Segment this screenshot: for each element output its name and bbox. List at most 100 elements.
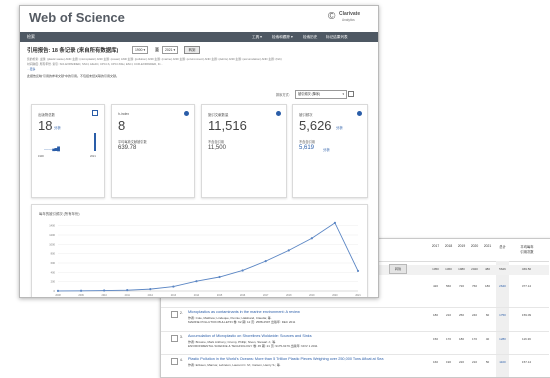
citation-cell: 760 (471, 284, 477, 288)
citation-cell: 377.14 (521, 284, 532, 288)
total-cell: 2020 (471, 267, 478, 271)
card-sub-label: 平均每篇文献被引数 (118, 140, 147, 144)
record-title-link[interactable]: Accumulation of Microplastic on Shorelin… (188, 334, 312, 338)
data-point[interactable] (218, 275, 221, 279)
row-divider (161, 331, 549, 332)
info-icon[interactable] (357, 111, 362, 116)
record-source: ENVIRONMENTAL SCIENCE & TECHNOLOGY 卷: 45… (188, 344, 318, 348)
year-header[interactable]: 2021 (481, 244, 494, 248)
y-tick-label: 200 (51, 280, 56, 284)
y-tick-label: 1200 (49, 233, 55, 237)
nav-tools[interactable]: 工具 ▾ (252, 35, 262, 40)
x-tick-label: 2014 (194, 294, 200, 297)
record-number: 4. (180, 358, 183, 362)
data-point[interactable] (195, 280, 198, 283)
year-from-select[interactable]: 1900 ▾ (132, 46, 149, 54)
citation-cell[interactable]: 1280 (496, 337, 509, 341)
record-title-link[interactable]: Microplastics as contaminants in the mar… (188, 310, 300, 314)
total-cell: 469.50 (521, 267, 532, 271)
citation-cell[interactable]: 1100 (496, 360, 509, 364)
sort-select[interactable]: 被引频次 (降序) ▾ (295, 90, 347, 99)
record-number: 2. (180, 311, 183, 315)
select-checkbox[interactable] (171, 335, 178, 342)
export-icon[interactable] (348, 91, 354, 97)
year-header[interactable]: 2020 (468, 244, 481, 248)
brand-name: Clarivate (339, 11, 361, 17)
citation-cell: 250 (458, 313, 464, 317)
nav-marked-list[interactable]: 标记结果列表 (326, 35, 348, 40)
card-hindex: h-index 8 平均每篇文献被引数 639.78 (111, 104, 195, 198)
year-to-select[interactable]: 2021 ▾ (162, 46, 179, 54)
x-tick-label: 2013 (171, 294, 177, 297)
citation-cell[interactable]: 1750 (496, 313, 509, 317)
citation-cell: 170 (445, 337, 451, 341)
y-tick-label: 400 (51, 270, 56, 274)
report-note: 此报告反映“引用的参考文献”中的引用。不包括未经关联的引用文献。 (27, 74, 119, 78)
x-tick-label: 2019 (309, 294, 315, 297)
analyze-link[interactable]: 分析 (54, 125, 61, 130)
citation-cell: 157.14 (521, 360, 532, 364)
analyze-link[interactable]: 分析 (336, 125, 343, 130)
logo[interactable]: Web of Science (29, 10, 125, 25)
go-button[interactable]: 转到 (184, 46, 200, 54)
data-point[interactable] (356, 269, 360, 273)
card-sub-value: 639.78 (118, 145, 137, 151)
select-checkbox[interactable] (171, 311, 178, 318)
brand-mark-icon: © (328, 11, 336, 22)
data-point[interactable] (103, 289, 106, 292)
card-label: 出版物总数 (38, 113, 55, 117)
card-value: 11,516 (208, 118, 247, 133)
year-header[interactable]: 2019 (455, 244, 468, 248)
data-point[interactable] (264, 260, 267, 263)
average-header[interactable]: 平均每年 引用次数 (512, 244, 542, 254)
citation-cell: 180 (458, 337, 464, 341)
data-point[interactable] (172, 285, 175, 288)
citations-series-line (57, 222, 359, 292)
data-point[interactable] (333, 221, 337, 224)
year-separator: 至 (155, 47, 159, 52)
total-header[interactable]: 总计 (496, 244, 509, 249)
year-header[interactable]: 2018 (442, 244, 455, 248)
data-point[interactable] (149, 288, 152, 291)
data-point[interactable] (56, 289, 60, 293)
citation-cell: 40 (485, 337, 490, 341)
select-checkbox[interactable] (171, 358, 178, 365)
sparkline-bar (94, 133, 96, 151)
x-tick-label: 2016 (240, 294, 246, 297)
citation-cell: 180 (484, 284, 490, 288)
record-title-link[interactable]: Plastic Pollution in the World's Oceans:… (188, 357, 384, 361)
line-chart: 0 200 400 600 800 1000 1200 1400 2008 2009 2010 201… (49, 221, 361, 297)
year-header[interactable]: 2017 (429, 244, 442, 248)
analyze-link[interactable]: 分析 (323, 147, 330, 152)
data-point[interactable] (126, 289, 129, 292)
citations-per-year-chart: 每年的被引频次 (所有年份) 0 200 400 600 800 1000 1200 1400… (31, 204, 368, 297)
citation-cell: 190 (445, 360, 451, 364)
sparkline-end: 2021 (90, 155, 96, 158)
card-value: 18 (38, 118, 53, 133)
x-tick-label: 2010 (101, 294, 107, 297)
sort-value: 被引频次 (降序) (298, 92, 321, 96)
data-point[interactable] (310, 237, 313, 240)
citation-cell: 116.36 (522, 337, 531, 341)
go-button[interactable]: 转到 (389, 264, 407, 274)
citation-cell[interactable]: 2640 (496, 284, 509, 288)
nav-search-history[interactable]: 检索历史 (303, 35, 317, 40)
card-sub-label: 不含自引用 (299, 140, 315, 144)
citation-cell: 210 (471, 360, 477, 364)
data-point[interactable] (241, 269, 244, 272)
card-sub-value: 11,500 (208, 145, 226, 151)
open-icon[interactable] (92, 110, 98, 116)
citation-cell: 159.09 (521, 313, 532, 317)
data-point[interactable] (79, 289, 83, 292)
citation-cell: 220 (458, 360, 464, 364)
x-tick-label: 2011 (125, 294, 131, 297)
nav-search[interactable]: 检索 (27, 34, 35, 40)
info-icon[interactable] (184, 111, 189, 116)
nav-search-tracking[interactable]: 检索和跟踪 ▾ (272, 35, 293, 40)
info-icon[interactable] (276, 111, 281, 116)
card-sub-value[interactable]: 5,619 (299, 145, 314, 151)
sort-label: 排序方式: (276, 93, 290, 97)
x-tick-label: 2015 (217, 294, 223, 297)
more-link[interactable]: …更多 (27, 67, 367, 71)
data-point[interactable] (287, 249, 290, 252)
